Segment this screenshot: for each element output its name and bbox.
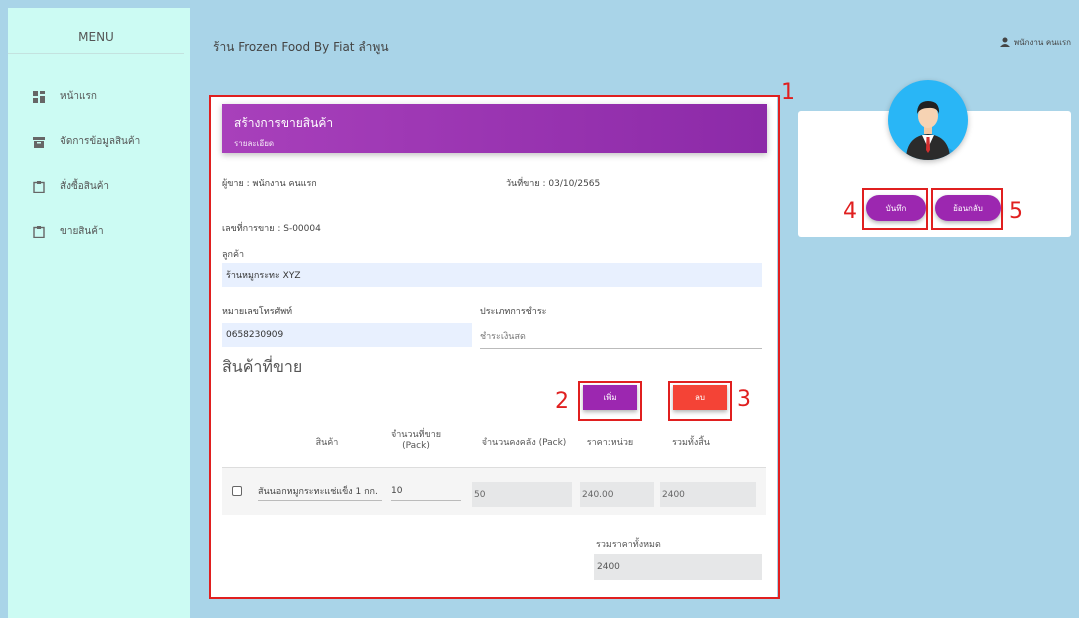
- card-title: สร้างการขายสินค้า: [234, 116, 334, 130]
- save-button[interactable]: บันทึก: [866, 195, 926, 221]
- stock-field: 50: [472, 482, 572, 507]
- sidebar-item-label: หน้าแรก: [60, 91, 97, 102]
- annotation-number-1: 1: [781, 80, 795, 105]
- dashboard-icon: [32, 90, 46, 104]
- grand-total-label: รวมราคาทั้งหมด: [596, 540, 661, 550]
- product-name-field[interactable]: สันนอกหมูกระทะแช่แข็ง 1 กก.: [258, 481, 382, 501]
- col-header-product: สินค้า: [315, 438, 339, 448]
- sidebar-item-manage-products[interactable]: จัดการข้อมูลสินค้า: [8, 119, 190, 164]
- sidebar-item-label: ขายสินค้า: [60, 226, 104, 237]
- sidebar-item-purchase[interactable]: สั่งซื้อสินค้า: [8, 164, 190, 209]
- payment-label: ประเภทการชำระ: [480, 307, 547, 317]
- grand-total-field: 2400: [594, 554, 762, 580]
- menu-title: MENU: [8, 8, 184, 54]
- qty-field[interactable]: 10: [391, 481, 461, 501]
- row-total-field: 2400: [660, 482, 756, 507]
- col-header-stock: จำนวนคงคลัง (Pack): [481, 438, 567, 448]
- sidebar-item-label: สั่งซื้อสินค้า: [60, 181, 110, 192]
- sale-form-card: สร้างการขายสินค้า รายละเอียด ผู้ขาย : พน…: [210, 97, 777, 598]
- user-menu[interactable]: พนักงาน คนแรก: [999, 36, 1071, 49]
- card-subtitle: รายละเอียด: [234, 139, 275, 148]
- price-field: 240.00: [580, 482, 654, 507]
- sale-date-text: วันที่ขาย : 03/10/2565: [506, 179, 601, 189]
- col-header-qty-line2: (Pack): [402, 441, 430, 451]
- avatar: [888, 80, 968, 160]
- annotation-number-4: 4: [843, 199, 857, 224]
- annotation-number-2: 2: [555, 389, 569, 414]
- phone-label: หมายเลขโทรศัพท์: [222, 307, 293, 317]
- clipboard-icon: [32, 180, 46, 194]
- table-divider: [222, 467, 766, 468]
- add-button[interactable]: เพิ่ม: [583, 385, 637, 410]
- sale-number-text: เลขที่การขาย : S-00004: [222, 224, 321, 234]
- col-header-qty: จำนวนที่ขาย (Pack): [386, 427, 446, 451]
- back-button[interactable]: ย้อนกลับ: [935, 195, 1001, 221]
- col-header-qty-line1: จำนวนที่ขาย: [390, 430, 442, 440]
- col-header-price: ราคา:หน่วย: [586, 438, 634, 448]
- customer-label: ลูกค้า: [222, 250, 245, 260]
- seller-text: ผู้ขาย : พนักงาน คนแรก: [222, 179, 317, 189]
- customer-field[interactable]: ร้านหมูกระทะ XYZ: [222, 263, 762, 287]
- sidebar-item-home[interactable]: หน้าแรก: [8, 74, 190, 119]
- products-section-title: สินค้าที่ขาย: [222, 357, 303, 376]
- payment-select[interactable]: ชำระเงินสด: [480, 323, 762, 349]
- row-checkbox[interactable]: [232, 486, 242, 496]
- archive-icon: [32, 135, 46, 149]
- delete-button[interactable]: ลบ: [673, 385, 727, 410]
- phone-field[interactable]: 0658230909: [222, 323, 472, 347]
- annotation-number-3: 3: [737, 387, 751, 412]
- card-header: สร้างการขายสินค้า รายละเอียด: [222, 104, 767, 153]
- sidebar-item-sales[interactable]: ขายสินค้า: [8, 209, 190, 254]
- user-name: พนักงาน คนแรก: [1013, 38, 1071, 47]
- clipboard-icon: [32, 225, 46, 239]
- user-icon: [999, 37, 1010, 49]
- shop-title: ร้าน Frozen Food By Fiat ลำพูน: [213, 40, 389, 54]
- sidebar-item-label: จัดการข้อมูลสินค้า: [60, 136, 141, 147]
- annotation-number-5: 5: [1009, 199, 1023, 224]
- col-header-total: รวมทั้งสิ้น: [672, 438, 710, 448]
- sidebar: MENU หน้าแรก จัดการข้อมูลสินค้า สั่งซื้อ…: [8, 8, 190, 618]
